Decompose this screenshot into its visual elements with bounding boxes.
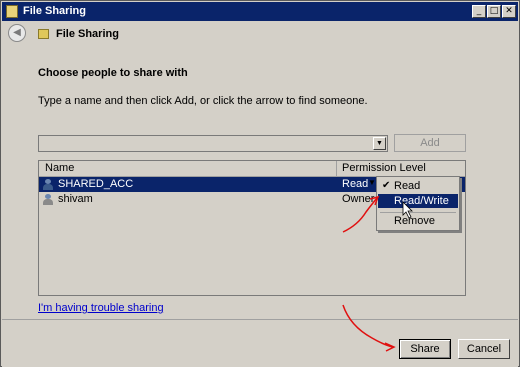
column-header-permission[interactable]: Permission Level [342,162,426,174]
permission-level: Owner [342,193,375,205]
menu-item-remove[interactable]: Remove [378,214,458,228]
user-name: SHARED_ACC [58,178,134,190]
name-input-combobox[interactable]: ▼ [38,135,388,152]
title-bar: File Sharing _ □ ✕ [2,2,518,21]
list-header: Name Permission Level [39,161,465,177]
menu-item-read-write[interactable]: Read/Write [378,194,458,208]
page-heading: Choose people to share with [38,67,188,79]
trouble-sharing-link[interactable]: I'm having trouble sharing [38,302,164,314]
user-icon [43,179,53,190]
column-separator[interactable] [336,161,337,176]
dropdown-arrow-icon[interactable]: ▼ [373,137,386,150]
back-arrow-icon[interactable]: ◀ [8,24,26,42]
window-title: File Sharing [23,5,86,17]
minimize-button[interactable]: _ [472,5,486,18]
permission-menu: ✔ Read Read/Write Remove [376,176,460,231]
share-button[interactable]: Share [399,339,451,359]
close-button[interactable]: ✕ [502,5,516,18]
menu-item-read[interactable]: ✔ Read [378,179,458,193]
maximize-button[interactable]: □ [487,5,501,18]
user-icon [43,194,53,205]
checkmark-icon: ✔ [382,180,391,191]
permission-dropdown-arrow-icon[interactable]: ▼ [368,178,376,187]
user-name: shivam [58,193,93,205]
menu-separator [380,212,456,213]
cancel-button[interactable]: Cancel [458,339,510,359]
instruction-text: Type a name and then click Add, or click… [38,95,368,107]
file-sharing-icon [38,29,49,39]
file-sharing-window: File Sharing _ □ ✕ ◀ File Sharing Choose… [0,0,520,367]
navigation-bar: ◀ File Sharing [2,21,518,47]
nav-title: File Sharing [56,28,119,40]
button-bar: Share Cancel [2,319,518,367]
add-button[interactable]: Add [394,134,466,152]
file-sharing-app-icon [6,5,18,18]
permission-level[interactable]: Read [342,178,368,190]
column-header-name[interactable]: Name [45,162,74,174]
